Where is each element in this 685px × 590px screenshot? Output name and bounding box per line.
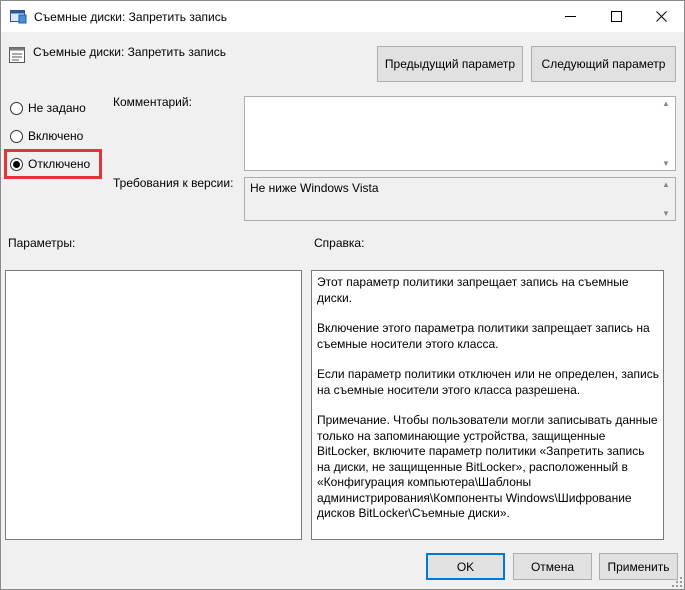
radio-label: Не задано	[28, 101, 86, 115]
maximize-icon	[610, 11, 622, 22]
previous-setting-button[interactable]: Предыдущий параметр	[377, 46, 523, 82]
comment-label: Комментарий:	[113, 95, 192, 109]
requirements-scrollbar[interactable]: ▲ ▼	[658, 178, 675, 220]
policy-editor-icon	[10, 10, 27, 24]
help-panel: Этот параметр политики запрещает запись …	[311, 270, 664, 540]
help-paragraph: Примечание. Чтобы пользователи могли зап…	[317, 413, 658, 520]
scroll-down-icon[interactable]: ▼	[662, 159, 670, 168]
radio-circle[interactable]	[10, 101, 23, 115]
apply-button[interactable]: Применить	[599, 553, 678, 580]
minimize-icon	[564, 16, 576, 17]
help-text: Этот параметр политики запрещает запись …	[317, 275, 660, 537]
maximize-button[interactable]	[593, 1, 639, 32]
requirements-field: Не ниже Windows Vista ▲ ▼	[244, 177, 676, 221]
help-section-label: Справка:	[314, 236, 365, 250]
radio-label: Включено	[28, 129, 84, 143]
options-section-label: Параметры:	[8, 236, 76, 250]
policy-setting-icon	[9, 47, 25, 63]
requirements-value: Не ниже Windows Vista	[250, 181, 379, 195]
scroll-up-icon[interactable]: ▲	[662, 99, 670, 108]
close-icon	[655, 11, 667, 22]
requirements-label: Требования к версии:	[113, 176, 234, 190]
help-paragraph: Если параметр политики отключен или не о…	[317, 367, 659, 397]
radio-circle[interactable]	[10, 129, 23, 143]
ok-button[interactable]: OK	[426, 553, 505, 580]
title-bar[interactable]: Съемные диски: Запретить запись	[1, 1, 684, 32]
next-setting-button[interactable]: Следующий параметр	[531, 46, 676, 82]
window-title: Съемные диски: Запретить запись	[34, 10, 227, 24]
radio-enabled[interactable]: Включено	[10, 128, 83, 144]
help-paragraph: Включение этого параметра политики запре…	[317, 321, 650, 351]
comment-field[interactable]: ▲ ▼	[244, 96, 676, 171]
help-paragraph: Этот параметр политики запрещает запись …	[317, 275, 629, 305]
scroll-up-icon[interactable]: ▲	[662, 180, 670, 189]
radio-not-configured[interactable]: Не задано	[10, 100, 86, 116]
setting-title: Съемные диски: Запретить запись	[33, 45, 226, 59]
cancel-button[interactable]: Отмена	[513, 553, 592, 580]
close-button[interactable]	[638, 1, 684, 32]
resize-grip-icon[interactable]	[672, 577, 682, 587]
options-panel	[5, 270, 302, 540]
minimize-button[interactable]	[547, 1, 593, 32]
comment-scrollbar[interactable]: ▲ ▼	[658, 97, 675, 170]
selection-highlight	[4, 149, 102, 179]
scroll-down-icon[interactable]: ▼	[662, 209, 670, 218]
policy-dialog: Съемные диски: Запретить запись Съемные …	[0, 0, 685, 590]
